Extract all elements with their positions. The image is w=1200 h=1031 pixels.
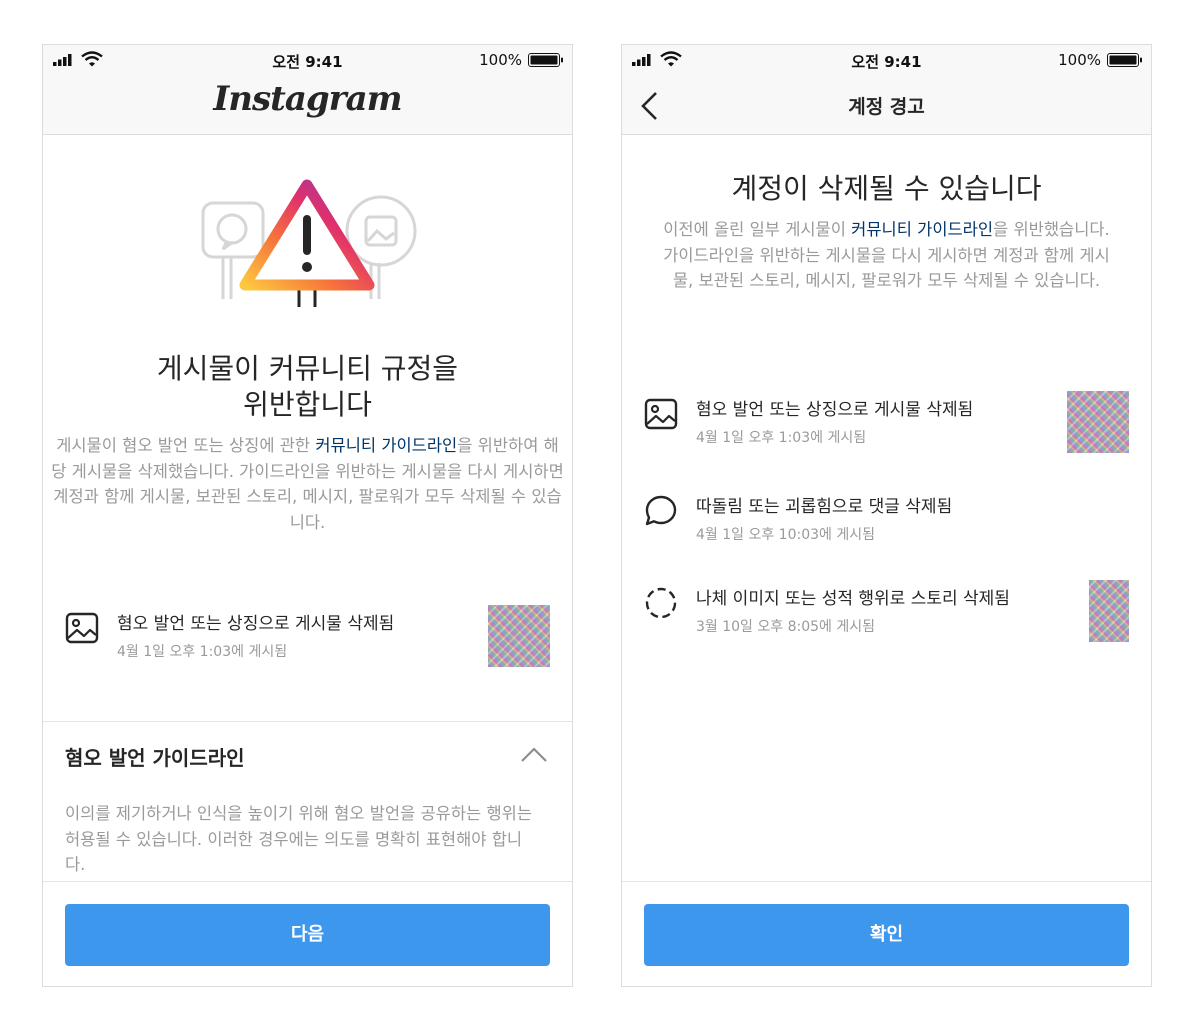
- next-button[interactable]: 다음: [65, 904, 550, 966]
- violation-heading: 게시물이 커뮤니티 규정을 위반합니다: [83, 351, 532, 423]
- top-navigation-bar: Instagram: [43, 75, 572, 135]
- item-title: 혐오 발언 또는 상징으로 게시물 삭제됨: [696, 400, 974, 420]
- account-warning-heading: 계정이 삭제될 수 있습니다: [731, 172, 1042, 205]
- post-thumbnail[interactable]: [488, 605, 550, 667]
- bottom-action-bar: 다음: [43, 881, 572, 986]
- item-title: 혐오 발언 또는 상징으로 게시물 삭제됨: [117, 614, 395, 634]
- removed-content-item: 따돌림 또는 괴롭힘으로 댓글 삭제됨 4월 1일 오후 10:03에 게시됨: [622, 488, 1151, 558]
- section-divider: [43, 721, 572, 722]
- account-warning-description: 이전에 올린 일부 게시물이 커뮤니티 가이드라인을 위반했습니다. 가이드라인…: [658, 217, 1115, 294]
- battery-percentage: 100%: [479, 51, 522, 69]
- bottom-action-bar: 확인: [622, 881, 1151, 986]
- item-title: 따돌림 또는 괴롭힘으로 댓글 삭제됨: [696, 497, 953, 517]
- battery-icon: [528, 53, 563, 67]
- item-title: 나체 이미지 또는 성적 행위로 스토리 삭제됨: [696, 589, 1010, 609]
- image-icon: [644, 398, 678, 430]
- item-date: 4월 1일 오후 1:03에 게시됨: [696, 430, 867, 446]
- heading-line-2: 위반합니다: [243, 388, 372, 421]
- removed-post-item: 혐오 발언 또는 상징으로 게시물 삭제됨 4월 1일 오후 1:03에 게시됨: [43, 605, 572, 675]
- comment-icon: [645, 495, 677, 526]
- image-icon: [65, 612, 99, 644]
- removed-content-item: 혐오 발언 또는 상징으로 게시물 삭제됨 4월 1일 오후 1:03에 게시됨: [622, 391, 1151, 461]
- violation-description: 게시물이 혐오 발언 또는 상징에 관한 커뮤니티 가이드라인을 위반하여 해당…: [51, 433, 564, 535]
- community-guidelines-link[interactable]: 커뮤니티 가이드라인: [315, 436, 457, 455]
- instagram-logo: Instagram: [213, 79, 402, 119]
- chevron-up-icon[interactable]: [520, 747, 548, 763]
- community-guidelines-link[interactable]: 커뮤니티 가이드라인: [851, 220, 993, 239]
- confirm-button[interactable]: 확인: [644, 904, 1129, 966]
- description-text: 게시물이 혐오 발언 또는 상징에 관한: [56, 436, 316, 455]
- item-date: 3월 10일 오후 8:05에 게시됨: [696, 619, 876, 635]
- heading-line-1: 게시물이 커뮤니티 규정을: [156, 352, 459, 385]
- guideline-section-text: 이의를 제기하거나 인식을 높이기 위해 혐오 발언을 공유하는 행위는 허용될…: [65, 804, 532, 874]
- guideline-section-title: 혐오 발언 가이드라인: [65, 746, 245, 770]
- page-title: 계정 경고: [848, 96, 925, 118]
- story-icon: [645, 587, 677, 619]
- status-bar: 오전 9:41 100%: [43, 45, 572, 75]
- top-navigation-bar: 계정 경고: [622, 75, 1151, 135]
- warning-illustration: [201, 179, 417, 307]
- item-date: 4월 1일 오후 10:03에 게시됨: [696, 527, 876, 543]
- battery-percentage: 100%: [1058, 51, 1101, 69]
- post-thumbnail[interactable]: [1067, 391, 1129, 453]
- item-date: 4월 1일 오후 1:03에 게시됨: [117, 644, 288, 660]
- status-bar: 오전 9:41 100%: [622, 45, 1151, 75]
- phone-screen-left: 오전 9:41 100% Instagram 게시물이 커뮤니티 규정을 위반합…: [42, 44, 573, 987]
- description-text: 이전에 올린 일부 게시물이: [663, 220, 852, 239]
- battery-icon: [1107, 53, 1142, 67]
- phone-screen-right: 오전 9:41 100% 계정 경고 계정이 삭제될 수 있습니다 이전에 올린…: [621, 44, 1152, 987]
- removed-content-item: 나체 이미지 또는 성적 행위로 스토리 삭제됨 3월 10일 오후 8:05에…: [622, 580, 1151, 650]
- story-thumbnail[interactable]: [1089, 580, 1129, 642]
